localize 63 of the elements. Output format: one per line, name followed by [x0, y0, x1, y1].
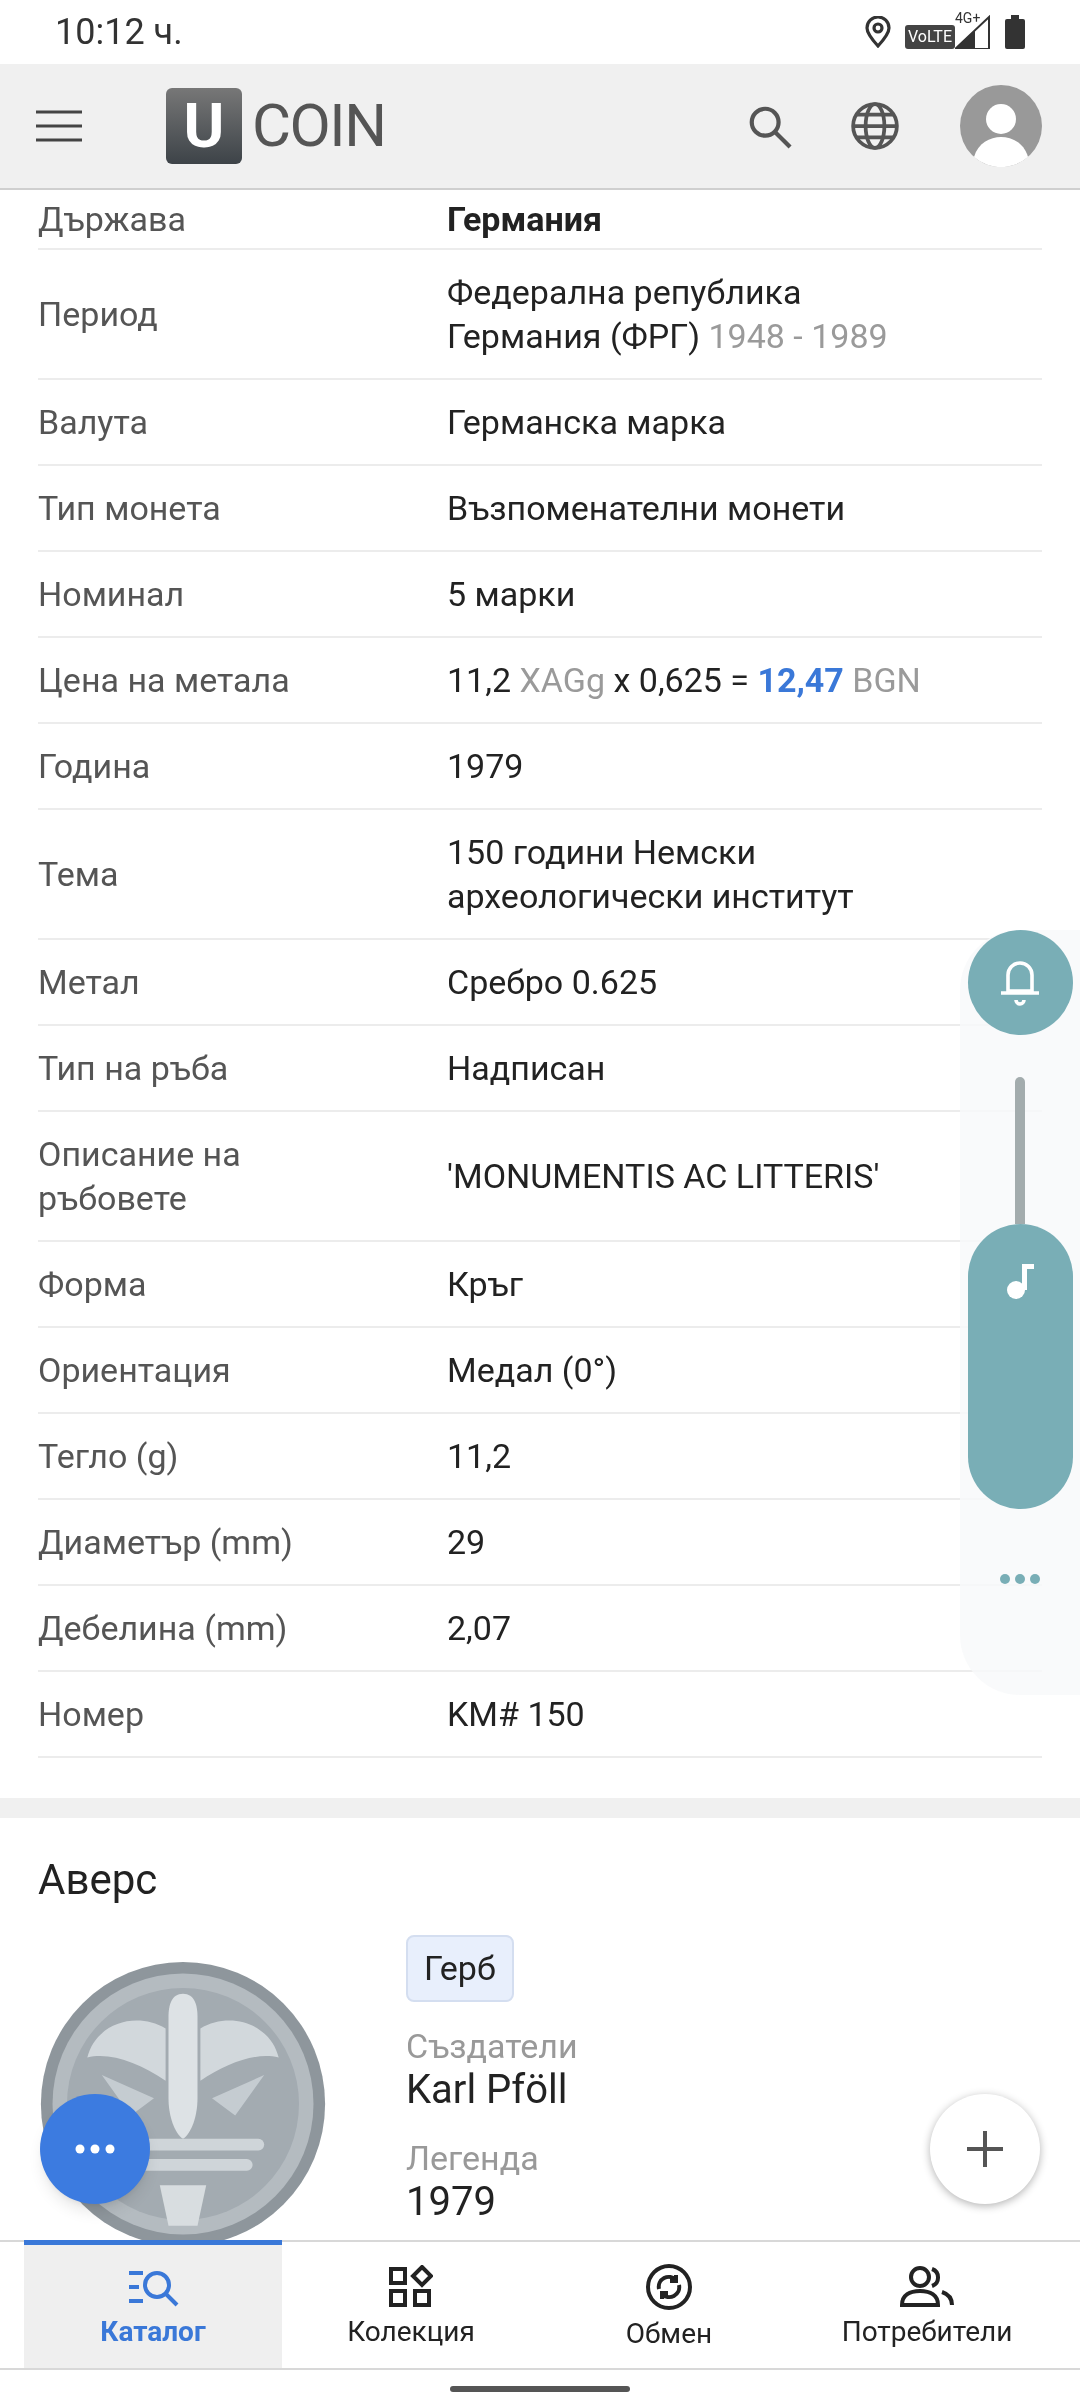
nav-tab[interactable]: Потребители — [798, 2240, 1056, 2368]
detail-value: Федерална република Германия (ФРГ) 1948 - 1989 — [447, 271, 889, 358]
detail-label: Тип на ръба — [38, 1047, 230, 1090]
detail-value: Медал (0°) — [447, 1349, 619, 1392]
field-label: Създатели — [406, 2026, 578, 2066]
detail-value: Възпоменателни монети — [447, 487, 847, 530]
detail-value: 150 години Немски археологически институт — [447, 831, 855, 918]
detail-label: Валута — [38, 401, 149, 444]
detail-label: Метал — [38, 961, 141, 1004]
detail-label: Диаметър (mm) — [38, 1521, 294, 1564]
detail-value: KM# 150 — [447, 1693, 586, 1736]
more-icon — [75, 2144, 115, 2154]
network-type: 4G+ — [955, 11, 981, 25]
globe-icon[interactable] — [850, 101, 900, 151]
volte-icon: VoLTE — [904, 25, 955, 49]
detail-label: Период — [38, 293, 159, 336]
logo-mark: U — [166, 88, 242, 164]
section-title: Аверс — [38, 1854, 159, 1906]
field-value: 1979 — [406, 2178, 497, 2226]
menu-icon[interactable] — [36, 109, 82, 143]
detail-value: 11,2 XAGg x 0,625 = 12,47 BGN — [447, 659, 922, 702]
detail-label: Цена на метала — [38, 659, 291, 702]
detail-label: Ориентация — [38, 1349, 232, 1392]
nav-tab[interactable]: Каталог — [24, 2240, 282, 2368]
location-icon — [864, 16, 891, 48]
more-icon[interactable] — [999, 1573, 1041, 1585]
volume-track[interactable] — [1015, 1077, 1025, 1224]
detail-value: 'MONUMENTIS AC LITTERIS' — [447, 1155, 881, 1198]
shapes-grid-icon — [389, 2264, 433, 2309]
detail-label: Форма — [38, 1263, 148, 1306]
detail-value: 2,07 — [447, 1607, 512, 1650]
status-time: 10:12 ч. — [55, 10, 183, 55]
detail-label: Описание на ръбовете — [38, 1133, 242, 1220]
detail-label: Тема — [38, 853, 120, 896]
bell-icon — [999, 958, 1041, 1007]
tag-chip[interactable]: Герб — [406, 1935, 514, 2002]
detail-label: Номинал — [38, 573, 186, 616]
exchange-icon — [645, 2262, 693, 2311]
detail-value: 29 — [447, 1521, 487, 1564]
plus-icon — [965, 2129, 1005, 2169]
detail-label: Дебелина (mm) — [38, 1607, 289, 1650]
detail-value: Германия — [447, 198, 604, 241]
detail-label: Година — [38, 745, 152, 788]
logo-text: COIN — [252, 96, 386, 156]
battery-icon — [1005, 15, 1025, 49]
users-icon — [900, 2264, 954, 2309]
detail-label: Тип монета — [38, 487, 222, 530]
detail-label: Държава — [38, 198, 187, 241]
detail-value: 5 марки — [447, 573, 577, 616]
add-button[interactable] — [930, 2094, 1040, 2204]
detail-value: Надписан — [447, 1047, 607, 1090]
nav-tab[interactable]: Колекция — [282, 2240, 540, 2368]
detail-value: Сребро 0.625 — [447, 961, 659, 1004]
nav-tab[interactable]: Обмен — [540, 2240, 798, 2368]
field-value: Karl Pföll — [406, 2066, 569, 2114]
avatar-icon[interactable] — [960, 85, 1042, 167]
detail-value: Германска марка — [447, 401, 727, 444]
detail-value: Кръг — [447, 1263, 524, 1306]
detail-label: Тегло (g) — [38, 1435, 180, 1478]
field-label: Легенда — [406, 2138, 540, 2178]
detail-value: 11,2 — [447, 1435, 512, 1478]
detail-value: 1979 — [447, 745, 525, 788]
detail-label: Номер — [38, 1693, 145, 1736]
